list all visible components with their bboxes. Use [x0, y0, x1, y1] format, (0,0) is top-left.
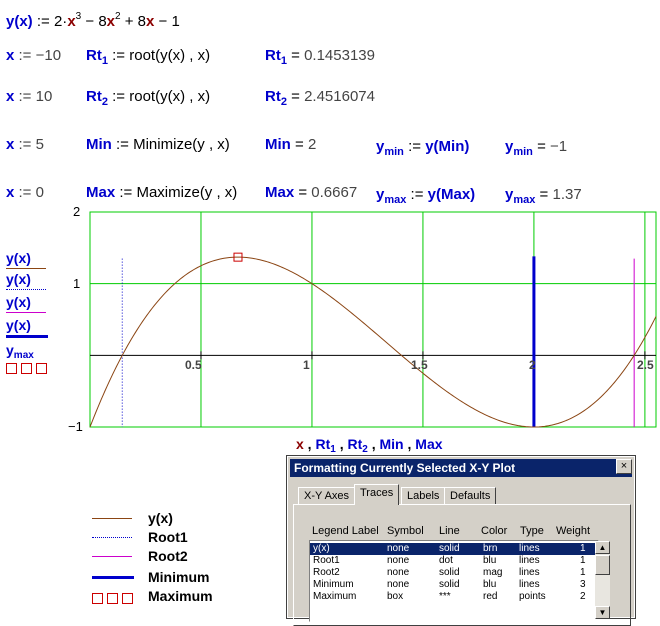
legend-line-root2 [92, 556, 132, 557]
x-tick-1: 1 [303, 358, 310, 372]
col-symbol: Symbol [387, 525, 424, 537]
cell-label: Root2 [313, 567, 340, 578]
x-axis-rt2: Rt [347, 436, 363, 452]
legend-label-root2: Root2 [148, 548, 188, 564]
col-line: Line [439, 525, 460, 537]
box-marker-icon [107, 593, 118, 605]
box-marker-icon [92, 593, 103, 605]
cell-type: lines [519, 543, 540, 554]
legend-line-root1 [92, 537, 132, 538]
trace-row[interactable]: y(x) none solid brn lines 1 [310, 543, 598, 555]
cell-label: Maximum [313, 591, 357, 602]
cell-type: lines [519, 567, 540, 578]
tab-labels[interactable]: Labels [401, 487, 446, 505]
cell-color: brn [483, 543, 498, 554]
legend-label-root1: Root1 [148, 529, 188, 545]
legend-line-minimum [92, 576, 134, 579]
col-legend-label: Legend Label [312, 525, 379, 537]
cell-weight: 1 [580, 567, 586, 578]
col-weight: Weight [556, 525, 591, 537]
cell-symbol: box [387, 591, 404, 602]
cell-label: y(x) [313, 543, 330, 554]
box-marker-icon [122, 593, 133, 605]
cell-label: Root1 [313, 555, 340, 566]
yx-curve [89, 256, 657, 428]
scroll-down-button[interactable]: ▼ [595, 606, 610, 619]
legend-label-minimum: Minimum [148, 569, 210, 585]
x-tick-1-5: 1.5 [411, 358, 428, 372]
x-axis-expression[interactable]: x , Rt1 , Rt2 , Min , Max [296, 436, 443, 455]
cell-weight: 1 [580, 555, 586, 566]
cell-weight: 2 [580, 591, 586, 602]
y-tick-neg1: −1 [68, 419, 83, 434]
x-axis-x: x [296, 436, 304, 452]
traces-list[interactable]: y(x) none solid brn lines 1 Root1 none d… [309, 540, 599, 622]
cell-color: blu [483, 555, 497, 566]
y-tick-2: 2 [73, 204, 81, 219]
cell-type: lines [519, 555, 540, 566]
x-tick-0-5: 0.5 [185, 358, 202, 372]
cell-line: dot [439, 555, 453, 566]
cell-weight: 1 [580, 543, 586, 554]
col-color: Color [481, 525, 508, 537]
x-tick-2-5: 2.5 [637, 358, 654, 372]
scroll-up-button[interactable]: ▲ [595, 541, 610, 554]
x-axis-rt1: Rt [315, 436, 331, 452]
tab-xy-axes[interactable]: X-Y Axes [298, 487, 356, 505]
legend-line-yx [92, 518, 132, 519]
trace-row[interactable]: Root1 none dot blu lines 1 [310, 555, 598, 567]
legend-marker-maximum [92, 590, 137, 608]
cell-line: solid [439, 579, 460, 590]
legend-label-yx: y(x) [148, 510, 173, 526]
tab-defaults[interactable]: Defaults [444, 487, 497, 505]
cell-weight: 3 [580, 579, 586, 590]
trace-row[interactable]: Minimum none solid blu lines 3 [310, 579, 598, 591]
trace-row[interactable]: Maximum box *** red points 2 [310, 591, 598, 603]
cell-line: solid [439, 543, 460, 554]
legend-label-maximum: Maximum [148, 588, 213, 604]
close-button[interactable]: × [616, 459, 632, 474]
cell-color: blu [483, 579, 497, 590]
x-axis-min: Min [379, 436, 404, 452]
cell-type: lines [519, 579, 540, 590]
trace-row[interactable]: Root2 none solid mag lines 1 [310, 567, 598, 579]
cell-symbol: none [387, 543, 410, 554]
format-plot-dialog[interactable]: Formatting Currently Selected X-Y Plot ×… [286, 455, 636, 626]
dialog-title[interactable]: Formatting Currently Selected X-Y Plot [290, 459, 632, 477]
cell-symbol: none [387, 579, 410, 590]
cell-symbol: none [387, 567, 410, 578]
scroll-thumb[interactable] [595, 555, 610, 575]
cell-line: solid [439, 567, 460, 578]
cell-color: mag [483, 567, 503, 578]
tab-traces[interactable]: Traces [354, 484, 400, 505]
plot-frame [89, 211, 657, 428]
cell-type: points [519, 591, 546, 602]
x-axis-max: Max [415, 436, 443, 452]
y-tick-1: 1 [73, 276, 81, 291]
cell-label: Minimum [313, 579, 354, 590]
col-type: Type [520, 525, 544, 537]
cell-symbol: none [387, 555, 410, 566]
x-tick-2: 2 [529, 358, 536, 372]
cell-line: *** [439, 591, 451, 602]
traces-scrollbar[interactable]: ▲ ▼ [595, 541, 610, 619]
cell-color: red [483, 591, 498, 602]
